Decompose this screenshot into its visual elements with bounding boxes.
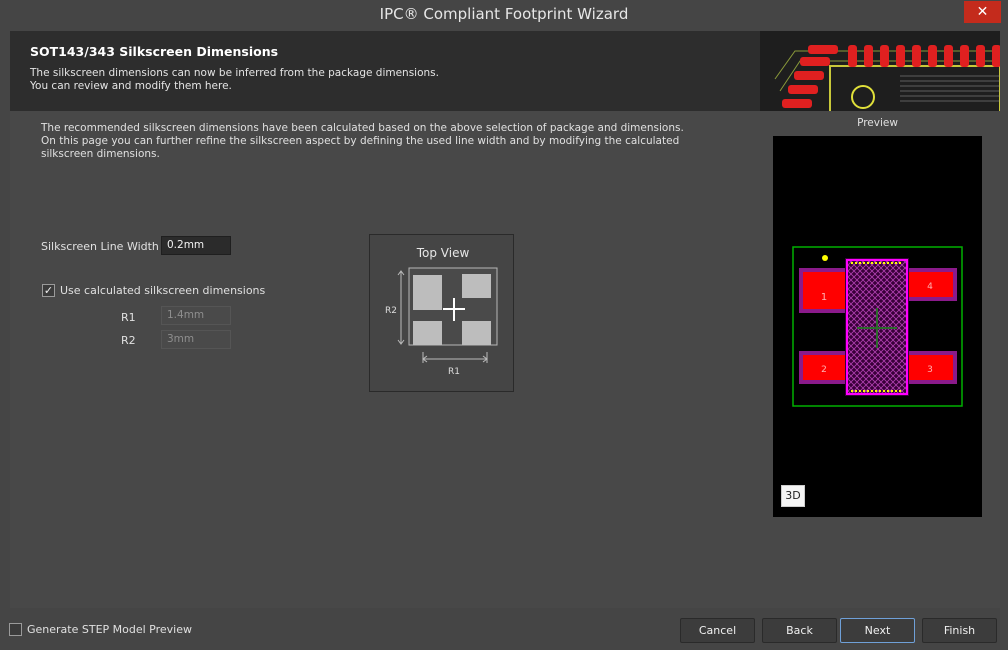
- r1-label: R1: [121, 311, 136, 324]
- generate-step-label: Generate STEP Model Preview: [27, 623, 192, 636]
- next-button[interactable]: Next: [840, 618, 915, 643]
- close-button[interactable]: ✕: [964, 1, 1001, 23]
- use-calculated-checkbox[interactable]: ✓: [42, 284, 55, 297]
- page-description-line1: The silkscreen dimensions can now be inf…: [30, 67, 439, 79]
- page-description-line2: You can review and modify them here.: [30, 80, 232, 92]
- back-button[interactable]: Back: [762, 618, 837, 643]
- window-title: IPC® Compliant Footprint Wizard: [379, 5, 629, 23]
- cancel-button[interactable]: Cancel: [680, 618, 755, 643]
- r2-label: R2: [121, 334, 136, 347]
- pad-4-label: 4: [927, 282, 933, 292]
- footprint-preview[interactable]: 1 2 3 4: [773, 136, 982, 517]
- top-view-r2-label: R2: [385, 306, 397, 316]
- checkmark-icon: ✓: [43, 284, 54, 297]
- preview-label: Preview: [857, 117, 898, 129]
- intro-text-line3: silkscreen dimensions.: [41, 148, 160, 160]
- pad-2-label: 2: [821, 365, 827, 375]
- finish-button[interactable]: Finish: [922, 618, 997, 643]
- line-width-input[interactable]: 0.2mm: [161, 236, 231, 255]
- r2-input[interactable]: 3mm: [161, 330, 231, 349]
- pad-1-label: 1: [821, 292, 827, 303]
- view-3d-button[interactable]: 3D: [781, 485, 805, 507]
- intro-text-line1: The recommended silkscreen dimensions ha…: [41, 122, 684, 134]
- intro-text-line2: On this page you can further refine the …: [41, 135, 680, 147]
- top-view-title: Top View: [416, 246, 470, 260]
- r1-input[interactable]: 1.4mm: [161, 306, 231, 325]
- line-width-label: Silkscreen Line Width: [41, 240, 159, 253]
- pin1-dot: [822, 255, 828, 261]
- top-view-diagram: Top View R2 R1: [369, 234, 514, 392]
- page-title: SOT143/343 Silkscreen Dimensions: [30, 44, 279, 59]
- pad-3-label: 3: [927, 365, 933, 375]
- use-calculated-label: Use calculated silkscreen dimensions: [60, 284, 266, 297]
- generate-step-checkbox[interactable]: [9, 623, 22, 636]
- top-view-r1-label: R1: [448, 367, 460, 377]
